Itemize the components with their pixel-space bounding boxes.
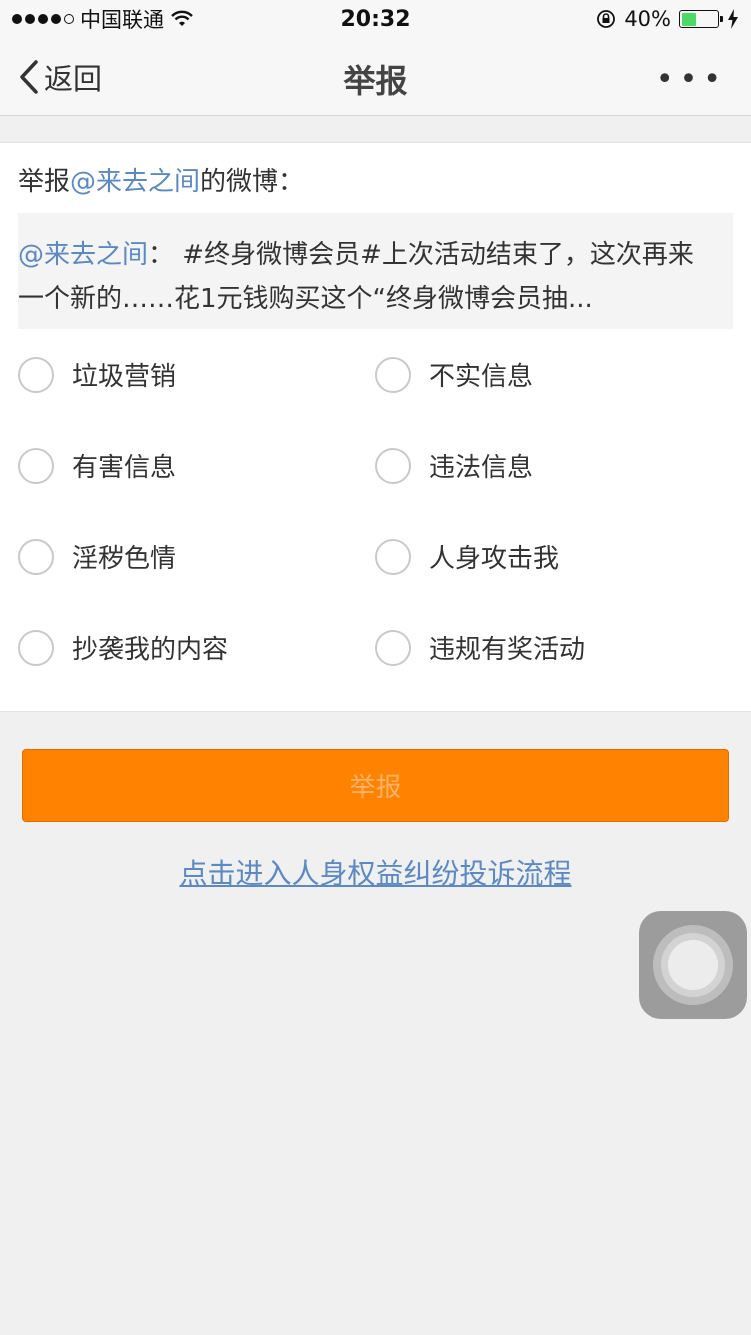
heading-prefix: 举报 (18, 167, 71, 197)
option-obscene[interactable]: 淫秽色情 (18, 538, 176, 575)
nav-bar: 返回 举报 ••• (0, 38, 751, 116)
battery-fill (681, 12, 696, 26)
option-label: 违法信息 (429, 453, 534, 483)
quote-text-1: #终身微博会员#上次活动结束了，这次再来 (174, 240, 694, 270)
charging-bolt-icon (728, 9, 738, 29)
option-false-info[interactable]: 不实信息 (375, 356, 533, 393)
back-label: 返回 (44, 62, 103, 96)
option-label: 有害信息 (72, 453, 177, 483)
page-title: 举报 (343, 62, 408, 100)
radio-circle[interactable] (18, 538, 54, 575)
quoted-weibo[interactable]: @来去之间： #终身微博会员#上次活动结束了，这次再来 一个新的……花1元钱购买… (18, 213, 733, 329)
option-spam[interactable]: 垃圾营销 (18, 356, 176, 393)
wifi-icon (171, 10, 193, 26)
radio-circle[interactable] (375, 447, 411, 484)
back-button[interactable]: 返回 (18, 56, 102, 98)
option-label: 淫秽色情 (72, 544, 177, 574)
quote-colon: ： (148, 240, 175, 270)
report-submit-button[interactable]: 举报 (22, 749, 729, 822)
heading-user-link[interactable]: @来去之间 (70, 167, 200, 197)
option-label: 违规有奖活动 (429, 635, 586, 665)
quote-user-link[interactable]: @来去之间 (18, 240, 148, 270)
status-bar: 中国联通 20:32 40% (0, 0, 751, 38)
battery-icon (679, 10, 723, 28)
option-label: 抄袭我的内容 (72, 635, 229, 665)
battery-percent: 40% (624, 7, 671, 31)
option-label: 人身攻击我 (429, 544, 560, 574)
report-card: 举报@来去之间的微博： @来去之间： #终身微博会员#上次活动结束了，这次再来 … (0, 142, 751, 712)
quote-line-1: @来去之间： #终身微博会员#上次活动结束了，这次再来 (18, 233, 715, 277)
assistive-touch-icon (653, 925, 733, 1005)
option-illegal-info[interactable]: 违法信息 (375, 447, 533, 484)
option-personal-attack[interactable]: 人身攻击我 (375, 538, 559, 575)
assistive-touch-button[interactable] (639, 911, 747, 1019)
radio-circle[interactable] (18, 629, 54, 666)
chevron-left-icon (20, 60, 38, 94)
quote-text-2: 一个新的……花1元钱购买这个“终身微博会员抽... (18, 284, 593, 314)
signal-icon (12, 14, 74, 24)
option-plagiarism[interactable]: 抄袭我的内容 (18, 629, 228, 666)
radio-circle[interactable] (375, 538, 411, 575)
status-left: 中国联通 (12, 4, 194, 34)
report-heading: 举报@来去之间的微博： (18, 161, 304, 198)
option-harmful-info[interactable]: 有害信息 (18, 447, 176, 484)
option-illegal-lottery[interactable]: 违规有奖活动 (375, 629, 585, 666)
more-menu-button[interactable]: ••• (656, 62, 727, 97)
option-label: 垃圾营销 (72, 362, 177, 392)
option-label: 不实信息 (429, 362, 534, 392)
radio-circle[interactable] (375, 356, 411, 393)
radio-circle[interactable] (18, 447, 54, 484)
orientation-lock-icon (597, 10, 616, 28)
status-right: 40% (596, 7, 739, 31)
radio-circle[interactable] (375, 629, 411, 666)
heading-suffix: 的微博： (200, 167, 305, 197)
carrier-label: 中国联通 (80, 8, 164, 32)
radio-circle[interactable] (18, 356, 54, 393)
complaint-process-link[interactable]: 点击进入人身权益纠纷投诉流程 (0, 852, 751, 892)
